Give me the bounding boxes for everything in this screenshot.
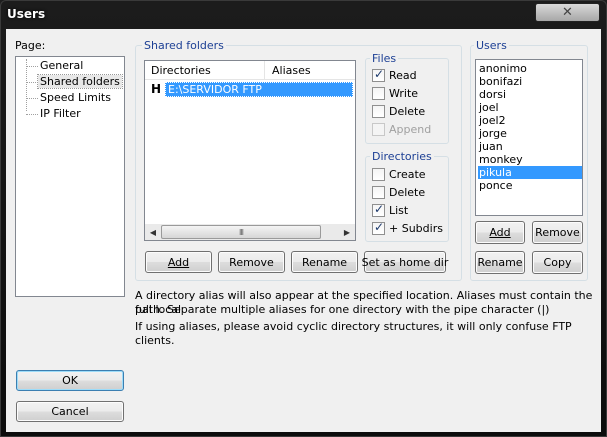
checkbox-label: List [389, 204, 409, 217]
column-header-directories[interactable]: Directories [145, 61, 265, 80]
button-label: Copy [543, 256, 572, 269]
tree-connector [26, 66, 38, 67]
page-label: Page: [15, 39, 46, 52]
home-dir-marker: H [151, 82, 162, 96]
checkbox-label: Read [389, 69, 417, 82]
checkbox-label: Write [389, 87, 419, 100]
set-home-dir-button[interactable]: Set as home dir [361, 251, 449, 273]
subdirs-checkbox[interactable]: + Subdirs [372, 220, 443, 235]
alias-help-line-3: If using aliases, please avoid cyclic di… [135, 320, 572, 347]
title-bar[interactable]: Users ✕ [1, 1, 606, 29]
checkbox-label: Delete [389, 186, 426, 199]
list-item[interactable]: juan [478, 140, 582, 153]
button-label: OK [62, 374, 78, 387]
dialog-client-area: Page: General Shared folders Speed Limit… [6, 29, 601, 432]
checkbox-unchecked-icon [372, 87, 385, 100]
nav-item-speed-limits[interactable]: Speed Limits [38, 91, 113, 104]
checkbox-checked-icon [372, 202, 385, 217]
list-header: Directories Aliases [145, 61, 355, 80]
button-label: Remove [535, 226, 580, 239]
horizontal-scrollbar[interactable]: ◀ III ▶ [145, 224, 355, 240]
delete-checkbox[interactable]: Delete [372, 105, 425, 118]
column-header-label: Directories [151, 64, 211, 77]
tree-connector [26, 114, 38, 115]
read-checkbox[interactable]: Read [372, 67, 417, 82]
shared-folders-title: Shared folders [142, 39, 226, 52]
directories-list[interactable]: Directories Aliases H E:\SERVIDOR FTP ◀ … [144, 60, 356, 241]
append-checkbox[interactable]: Append [372, 123, 431, 136]
close-button[interactable]: ✕ [535, 3, 600, 22]
cancel-button[interactable]: Cancel [16, 401, 124, 422]
copy-user-button[interactable]: Copy [532, 251, 583, 274]
list-checkbox[interactable]: List [372, 202, 409, 217]
list-item[interactable]: dorsi [478, 88, 582, 101]
list-item[interactable]: monkey [478, 153, 582, 166]
checkbox-checked-icon [372, 220, 385, 235]
button-label: Cancel [51, 405, 89, 418]
remove-folder-button[interactable]: Remove [218, 251, 285, 273]
files-title: Files [370, 52, 399, 65]
window-title: Users [7, 7, 46, 21]
button-label: Add [167, 255, 190, 269]
page-tree: General Shared folders Speed Limits IP F… [15, 56, 125, 297]
checkbox-label: Create [389, 168, 426, 181]
checkbox-unchecked-icon [372, 168, 385, 181]
column-header-aliases[interactable]: Aliases [266, 61, 355, 80]
alias-help-line-2: path. Separate multiple aliases for one … [135, 303, 550, 316]
directories-title: Directories [370, 150, 434, 163]
users-title: Users [474, 39, 509, 52]
remove-user-button[interactable]: Remove [532, 221, 583, 244]
checkbox-label: Append [389, 123, 432, 136]
rename-folder-button[interactable]: Rename [291, 251, 358, 273]
tree-connector [26, 82, 38, 83]
list-item-selected[interactable]: pikula [478, 166, 582, 179]
list-item[interactable]: ponce [478, 179, 582, 192]
checkbox-unchecked-icon [372, 186, 385, 199]
list-item[interactable]: joel2 [478, 114, 582, 127]
close-icon: ✕ [562, 5, 573, 20]
button-label: Rename [477, 256, 523, 269]
nav-item-ip-filter[interactable]: IP Filter [38, 107, 83, 120]
users-dialog: Users ✕ Page: General Shared folders Spe… [0, 0, 607, 437]
button-label: Add [489, 226, 511, 239]
scroll-right-icon[interactable]: ▶ [341, 225, 353, 239]
scroll-thumb[interactable]: III [161, 225, 321, 239]
list-item[interactable]: jorge [478, 127, 582, 140]
nav-item-general[interactable]: General [38, 59, 85, 72]
scroll-left-icon[interactable]: ◀ [147, 225, 159, 239]
directory-path: E:\SERVIDOR FTP [168, 83, 262, 96]
list-item[interactable]: joel [478, 101, 582, 114]
add-folder-button[interactable]: Add [145, 251, 212, 273]
tree-connector [26, 98, 38, 99]
checkbox-unchecked-icon [372, 123, 385, 136]
button-label: Rename [301, 255, 348, 269]
add-user-button[interactable]: Add [475, 221, 525, 244]
checkbox-unchecked-icon [372, 105, 385, 118]
checkbox-label: Delete [389, 105, 426, 118]
ok-button[interactable]: OK [16, 370, 124, 391]
button-label: Remove [229, 255, 274, 269]
nav-item-shared-folders[interactable]: Shared folders [37, 74, 123, 89]
list-item[interactable]: bonifazi [478, 75, 582, 88]
dir-delete-checkbox[interactable]: Delete [372, 186, 425, 199]
create-checkbox[interactable]: Create [372, 168, 426, 181]
button-label: Set as home dir [361, 255, 449, 269]
rename-user-button[interactable]: Rename [475, 251, 525, 274]
list-item[interactable]: anonimo [478, 62, 582, 75]
table-row[interactable]: E:\SERVIDOR FTP [165, 82, 353, 97]
checkbox-label: + Subdirs [389, 222, 443, 235]
users-list[interactable]: anonimo bonifazi dorsi joel joel2 jorge … [475, 59, 583, 216]
write-checkbox[interactable]: Write [372, 87, 418, 100]
checkbox-checked-icon [372, 67, 385, 82]
column-header-label: Aliases [272, 64, 311, 77]
